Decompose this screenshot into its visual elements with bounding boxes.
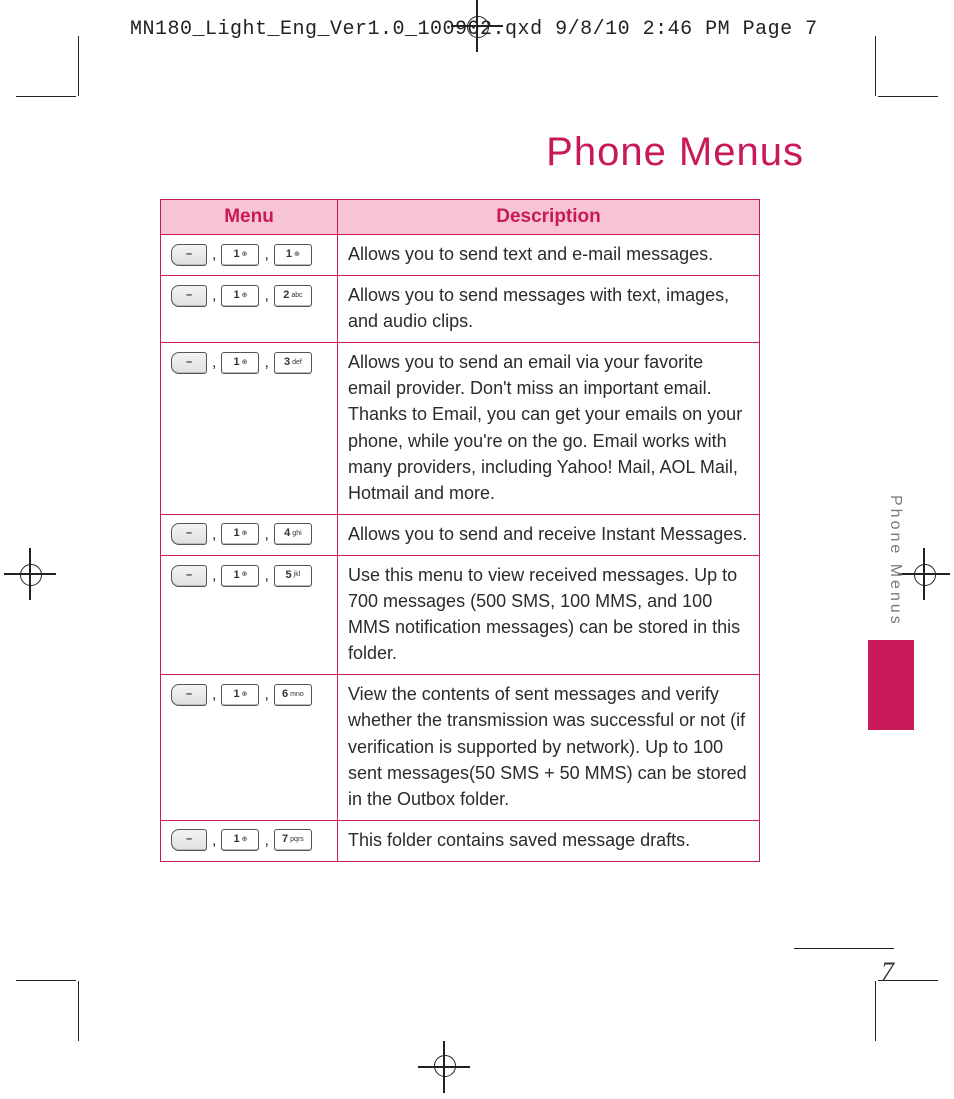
side-tab <box>868 640 914 730</box>
key-1-icon: 1⊕ <box>221 829 259 851</box>
key-1-icon: 1⊕ <box>221 684 259 706</box>
crop-mark <box>78 981 79 1041</box>
separator: , <box>263 284 269 307</box>
key-soft-icon: – <box>171 565 207 587</box>
menu-keys-cell: –,1⊕,3def <box>161 343 338 515</box>
crop-circle-top <box>467 16 489 38</box>
separator: , <box>263 829 269 852</box>
key-1-icon: 1⊕ <box>221 352 259 374</box>
menu-keys-cell: –,1⊕,2abc <box>161 276 338 343</box>
menu-description-cell: View the contents of sent messages and v… <box>338 675 760 820</box>
page-title: Phone Menus <box>160 130 804 175</box>
crop-mark <box>878 96 938 97</box>
separator: , <box>211 564 217 587</box>
table-row: –,1⊕,3defAllows you to send an email via… <box>161 343 760 515</box>
page-content: Phone Menus Menu Description –,1⊕,1⊕Allo… <box>80 100 874 979</box>
key-5-icon: 5jkl <box>274 565 312 587</box>
crop-mark <box>16 96 76 97</box>
menu-keys-cell: –,1⊕,1⊕ <box>161 235 338 276</box>
menu-keys-cell: –,1⊕,6mno <box>161 675 338 820</box>
table-row: –,1⊕,1⊕Allows you to send text and e-mai… <box>161 235 760 276</box>
separator: , <box>263 243 269 266</box>
table-row: –,1⊕,7pqrsThis folder contains saved mes… <box>161 820 760 861</box>
key-soft-icon: – <box>171 684 207 706</box>
key-soft-icon: – <box>171 829 207 851</box>
key-1-icon: 1⊕ <box>221 244 259 266</box>
key-3-icon: 3def <box>274 352 312 374</box>
menu-description-cell: Use this menu to view received messages.… <box>338 555 760 674</box>
menu-description-cell: Allows you to send an email via your fav… <box>338 343 760 515</box>
key-soft-icon: – <box>171 523 207 545</box>
separator: , <box>211 243 217 266</box>
menu-table: Menu Description –,1⊕,1⊕Allows you to se… <box>160 199 760 862</box>
key-4-icon: 4ghi <box>274 523 312 545</box>
crop-mark <box>16 980 76 981</box>
separator: , <box>211 523 217 546</box>
key-soft-icon: – <box>171 244 207 266</box>
key-2-icon: 2abc <box>274 285 312 307</box>
crop-mark <box>875 36 876 96</box>
separator: , <box>211 829 217 852</box>
separator: , <box>211 284 217 307</box>
key-1-icon: 1⊕ <box>221 565 259 587</box>
menu-description-cell: Allows you to send and receive Instant M… <box>338 514 760 555</box>
key-soft-icon: – <box>171 285 207 307</box>
key-1-icon: 1⊕ <box>221 523 259 545</box>
separator: , <box>211 683 217 706</box>
menu-description-cell: Allows you to send text and e-mail messa… <box>338 235 760 276</box>
col-header-description: Description <box>338 200 760 235</box>
page-number-rule <box>794 948 894 949</box>
table-row: –,1⊕,4ghiAllows you to send and receive … <box>161 514 760 555</box>
separator: , <box>263 523 269 546</box>
menu-keys-cell: –,1⊕,7pqrs <box>161 820 338 861</box>
crop-circle-bottom <box>434 1055 456 1077</box>
crop-mark <box>78 36 79 96</box>
table-row: –,1⊕,2abcAllows you to send messages wit… <box>161 276 760 343</box>
key-7-icon: 7pqrs <box>274 829 312 851</box>
col-header-menu: Menu <box>161 200 338 235</box>
key-1-icon: 1⊕ <box>221 285 259 307</box>
key-6-icon: 6mno <box>274 684 312 706</box>
page-number: 7 <box>881 957 894 987</box>
key-1-icon: 1⊕ <box>274 244 312 266</box>
table-row: –,1⊕,5jklUse this menu to view received … <box>161 555 760 674</box>
separator: , <box>211 351 217 374</box>
crop-mark <box>875 981 876 1041</box>
menu-description-cell: This folder contains saved message draft… <box>338 820 760 861</box>
menu-keys-cell: –,1⊕,4ghi <box>161 514 338 555</box>
table-row: –,1⊕,6mnoView the contents of sent messa… <box>161 675 760 820</box>
menu-keys-cell: –,1⊕,5jkl <box>161 555 338 674</box>
separator: , <box>263 683 269 706</box>
registration-mark-right <box>902 552 946 596</box>
separator: , <box>263 564 269 587</box>
registration-mark-left <box>8 552 52 596</box>
separator: , <box>263 351 269 374</box>
side-label: Phone Menus <box>886 495 904 627</box>
key-soft-icon: – <box>171 352 207 374</box>
menu-description-cell: Allows you to send messages with text, i… <box>338 276 760 343</box>
